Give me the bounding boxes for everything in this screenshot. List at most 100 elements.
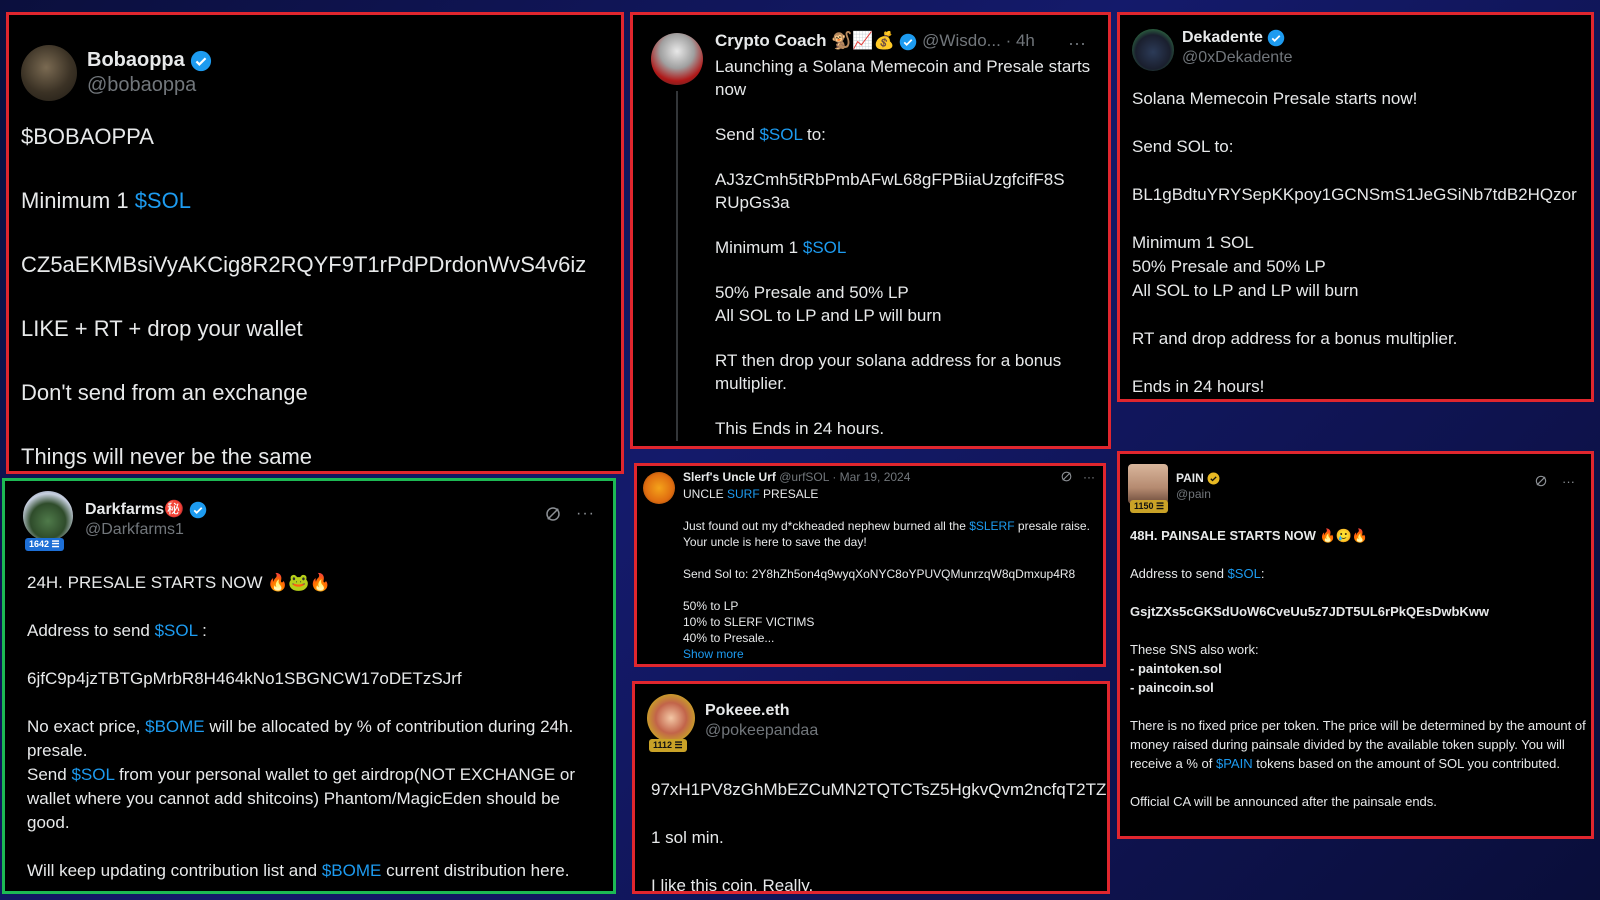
split-line: 50% Presale and 50% LP xyxy=(1132,257,1326,276)
display-name[interactable]: Darkfarms xyxy=(85,501,164,518)
display-name[interactable]: Dekadente xyxy=(1182,29,1263,46)
avatar[interactable] xyxy=(651,33,703,85)
minimum-line: Minimum 1 $SOL xyxy=(21,188,191,213)
more-options-icon[interactable]: ··· xyxy=(1068,33,1086,54)
more-options-icon[interactable]: ··· xyxy=(1083,470,1095,484)
secret-emoji: ㊙️ xyxy=(164,501,185,518)
handle[interactable]: @Wisdo... xyxy=(922,31,1001,50)
sns-item: - paincoin.sol xyxy=(1130,680,1214,695)
split-3: 40% to Presale... xyxy=(683,631,775,645)
ticker-line: $BOBAOPPA xyxy=(21,124,154,149)
split-2: 10% to SLERF VICTIMS xyxy=(683,615,815,629)
show-more-link[interactable]: Show more xyxy=(683,646,1103,662)
wallet-address: GsjtZXs5cGKSdUoW6CveUu5z7JDT5UL6rPkQEsDw… xyxy=(1130,604,1490,619)
tweet-card-bobaoppa: Bobaoppa @bobaoppa $BOBAOPPA Minimum 1 $… xyxy=(6,12,624,474)
wallet-address: 6jfC9p4jzTBTGpMrbR8H464kNo1SBGNCW17oDETz… xyxy=(27,669,462,688)
sns-label: These SNS also work: xyxy=(1130,642,1259,657)
price-paragraph: There is no fixed price per token. The p… xyxy=(1130,718,1586,771)
closing-line: Things will never be the same xyxy=(21,444,313,469)
headline: 48H. PAINSALE STARTS NOW 🔥🥲🔥 xyxy=(1130,528,1369,543)
thread-line xyxy=(676,91,678,441)
grok-icon[interactable] xyxy=(1534,474,1548,488)
ends-line: Ends in 24 hours! xyxy=(1132,377,1265,396)
update-paragraph: Will keep updating contribution list and… xyxy=(27,861,570,880)
warning-line: Don't send from an exchange xyxy=(21,380,308,405)
display-name[interactable]: Bobaoppa xyxy=(87,49,185,71)
timestamp[interactable]: · 4h xyxy=(1006,31,1035,50)
display-name[interactable]: Pokeee.eth xyxy=(705,702,789,719)
avatar[interactable] xyxy=(647,694,695,742)
tweet-title: UNCLE SURF PRESALE xyxy=(683,487,819,501)
avatar[interactable] xyxy=(23,491,73,541)
verified-badge-icon xyxy=(900,33,917,50)
send-line: Send $SOL to: xyxy=(715,125,826,144)
display-name[interactable]: Crypto Coach 🐒📈💰 xyxy=(715,31,895,50)
minimum-line: Minimum 1 $SOL xyxy=(715,238,847,257)
handle[interactable]: @bobaoppa xyxy=(87,74,212,97)
tweet-card-uncle-urf: Slerf's Uncle Urf @urfSOL · Mar 19, 2024… xyxy=(634,463,1106,667)
display-name[interactable]: Slerf's Uncle Urf xyxy=(683,470,776,484)
sol-cashtag-link[interactable]: $SOL xyxy=(135,188,191,213)
follower-badge: 1150 ☰ xyxy=(1130,500,1169,513)
address-label: Address to send $SOL: xyxy=(1130,566,1265,581)
slerf-cashtag-link[interactable]: $SLERF xyxy=(969,519,1014,533)
follower-badge: 1112 ☰ xyxy=(649,739,687,752)
handle[interactable]: @pokeepandaa xyxy=(705,722,818,740)
grok-icon[interactable] xyxy=(544,505,562,523)
ca-announcement: Official CA will be announced after the … xyxy=(1130,794,1437,809)
verified-badge-icon xyxy=(1268,29,1285,47)
more-options-icon[interactable]: ··· xyxy=(576,505,595,523)
surf-cashtag-link[interactable]: SURF xyxy=(727,487,760,501)
verified-badge-icon xyxy=(191,50,212,71)
more-options-icon[interactable]: ··· xyxy=(1562,474,1575,489)
wallet-address: 97xH1PV8zGhMbEZCuMN2TQTCTsZ5HgkvQvm2ncfq… xyxy=(651,780,1107,799)
closing-line: I like this coin. Really. xyxy=(651,876,814,894)
tweet-line: Solana Memecoin Presale starts now! xyxy=(1132,89,1418,108)
tweet-card-pokeee: 1112 ☰ Pokeee.eth @pokeepandaa 97xH1PV8z… xyxy=(632,681,1110,894)
handle[interactable]: @urfSOL xyxy=(779,470,829,484)
minimum-line: 1 sol min. xyxy=(651,828,724,847)
sol-cashtag-link[interactable]: $SOL xyxy=(71,765,114,784)
verified-badge-icon xyxy=(1207,472,1220,485)
tweet-intro: Launching a Solana Memecoin and Presale … xyxy=(715,57,1091,99)
handle[interactable]: @Darkfarms1 xyxy=(85,521,207,539)
follower-badge: 1642 ☰ xyxy=(25,538,64,551)
avatar[interactable] xyxy=(21,45,77,101)
display-name[interactable]: PAIN xyxy=(1176,471,1204,485)
wallet-address: AJ3zCmh5tRbPmbAFwL68gFPBiiaUzgfcifF8S RUp… xyxy=(715,170,1065,212)
pain-cashtag-link[interactable]: $PAIN xyxy=(1216,756,1253,771)
headline: 24H. PRESALE STARTS NOW 🔥🐸🔥 xyxy=(27,573,331,592)
tweet-card-dekadente: Dekadente @0xDekadente Solana Memecoin P… xyxy=(1117,12,1594,402)
bonus-line: RT then drop your solana address for a b… xyxy=(715,351,1062,393)
bome-cashtag-link[interactable]: $BOME xyxy=(322,861,382,880)
sol-cashtag-link[interactable]: $SOL xyxy=(759,125,802,144)
bome-cashtag-link[interactable]: $BOME xyxy=(145,717,205,736)
timestamp[interactable]: · Mar 19, 2024 xyxy=(832,470,910,484)
send-paragraph: Send $SOL from your personal wallet to g… xyxy=(27,765,576,832)
avatar[interactable] xyxy=(643,472,675,504)
price-paragraph: No exact price, $BOME will be allocated … xyxy=(27,717,574,760)
instruction-line: LIKE + RT + drop your wallet xyxy=(21,316,303,341)
minimum-line: Minimum 1 SOL xyxy=(1132,233,1254,252)
split-1: 50% to LP xyxy=(683,599,739,613)
send-line: Send SOL to: xyxy=(1132,137,1234,156)
sol-cashtag-link[interactable]: $SOL xyxy=(155,621,198,640)
sol-cashtag-link[interactable]: $SOL xyxy=(1228,566,1261,581)
address-label: Address to send $SOL : xyxy=(27,621,207,640)
ends-line: This Ends in 24 hours. xyxy=(715,419,885,438)
handle[interactable]: @0xDekadente xyxy=(1182,49,1293,67)
sns-item: - paintoken.sol xyxy=(1130,661,1222,676)
story-paragraph: Just found out my d*ckheaded nephew burn… xyxy=(683,519,1090,549)
verified-badge-icon xyxy=(189,501,206,519)
burn-line: All SOL to LP and LP will burn xyxy=(1132,281,1359,300)
avatar[interactable] xyxy=(1128,464,1168,504)
split-info: 50% Presale and 50% LP All SOL to LP and … xyxy=(715,283,942,325)
avatar[interactable] xyxy=(1132,29,1174,71)
wallet-address: Send Sol to: 2Y8hZh5on4q9wyqXoNYC8oYPUVQ… xyxy=(683,567,1076,581)
grok-icon[interactable] xyxy=(1060,470,1073,483)
sol-cashtag-link[interactable]: $SOL xyxy=(803,238,846,257)
handle[interactable]: @pain xyxy=(1176,487,1220,501)
tweet-card-darkfarms: 1642 ☰ Darkfarms㊙️ @Darkfarms1 ··· 24H. … xyxy=(2,478,616,894)
wallet-address: BL1gBdtuYRYSepKKpoy1GCNSmS1JeGSiNb7tdB2H… xyxy=(1132,185,1577,204)
tweet-card-crypto-coach: Crypto Coach 🐒📈💰 @Wisdo... · 4h ··· Laun… xyxy=(630,12,1111,449)
